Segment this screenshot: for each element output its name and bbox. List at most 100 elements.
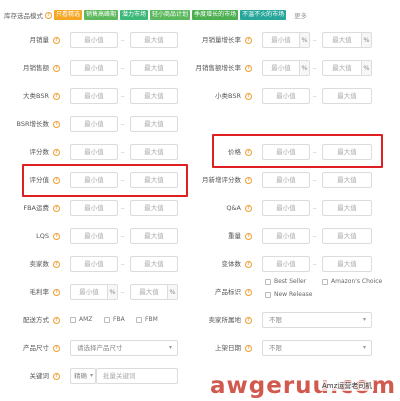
sellers-min[interactable]: 最小值 [70,256,118,272]
checkbox[interactable] [265,278,271,285]
weight-min[interactable]: 最小值 [262,228,310,244]
checkbox[interactable] [104,316,110,323]
checkbox[interactable] [322,278,328,285]
product-size-select[interactable]: 请选择产品尺寸 ▾ [70,340,178,356]
label-bsr-small: 小类BSR? [190,86,252,106]
lqs-min[interactable]: 最小值 [70,228,118,244]
keyword-input[interactable]: 批量关键词 [96,368,178,384]
keyword-mode-select[interactable]: 精确 ▾ [70,368,96,384]
filter-row: 毛利率? 最小值% – 最大值% 产品标识? Best Seller Amazo… [0,278,400,302]
gross-margin-min[interactable]: 最小值% [70,284,118,300]
help-icon[interactable]: ? [245,344,252,352]
bsr-small-max[interactable]: 最大值 [322,88,372,104]
label-monthly-revenue: 月销售额? [0,58,60,78]
help-icon[interactable]: ? [245,176,252,184]
help-icon[interactable]: ? [53,36,60,44]
filter-row: 大类BSR? 最小值 – 最大值 小类BSR? 最小值 – 最大值 [0,86,400,106]
tag-peak-season[interactable]: 销售高峰期 [84,10,119,20]
weight-max[interactable]: 最大值 [322,228,372,244]
label-review-count: 评分数? [0,142,60,162]
help-icon[interactable]: ? [245,204,252,212]
monthly-sales-max[interactable]: 最大值 [130,32,178,48]
filter-row: BSR增长数? 最小值 – 最大值 [0,114,400,134]
badge-amazons-choice[interactable]: Amazon's Choice [322,278,382,285]
gross-margin-max[interactable]: 最大值% [130,284,178,300]
tag-featured[interactable]: 只看精选 [54,10,83,20]
monthly-revenue-growth-min[interactable]: 最小值% [262,60,310,76]
badge-new-release[interactable]: New Release [265,291,312,298]
monthly-revenue-max[interactable]: 最大值 [130,60,178,76]
monthly-sales-growth-max[interactable]: 最大值% [322,32,372,48]
variants-max[interactable]: 最大值 [322,256,372,272]
help-icon[interactable]: ? [53,64,60,72]
checkbox[interactable] [136,316,142,323]
bsr-large-max[interactable]: 最大值 [130,88,178,104]
checkbox[interactable] [265,291,271,298]
help-icon[interactable]: ? [245,92,252,100]
selection-mode-label: 库存选品模式 [4,12,43,20]
help-icon[interactable]: ? [53,316,60,324]
help-icon[interactable]: ? [245,260,252,268]
seller-location-select[interactable]: 不限 ▾ [262,312,372,328]
chevron-down-icon: ▾ [168,344,172,351]
qa-max[interactable]: 最大值 [322,200,372,216]
help-icon[interactable]: ? [245,232,252,240]
help-icon[interactable]: ? [245,316,252,324]
label-fulfillment: 配送方式? [0,310,60,330]
bsr-small-min[interactable]: 最小值 [262,88,310,104]
review-count-max[interactable]: 最大值 [130,144,178,160]
variants-min[interactable]: 最小值 [262,256,310,272]
help-icon[interactable]: ? [53,288,60,296]
label-variants: 变体数? [190,254,252,274]
help-icon[interactable]: ? [53,232,60,240]
label-keyword: 关键词? [0,366,60,386]
fulfillment-fbm[interactable]: FBM [136,316,158,323]
monthly-revenue-growth-max[interactable]: 最大值% [322,60,372,76]
help-icon[interactable]: ? [53,204,60,212]
sellers-max[interactable]: 最大值 [130,256,178,272]
lqs-max[interactable]: 最大值 [130,228,178,244]
checkbox[interactable] [70,316,76,323]
review-count-min[interactable]: 最小值 [70,144,118,160]
label-weight: 重量? [190,226,252,246]
monthly-revenue-min[interactable]: 最小值 [70,60,118,76]
filter-row: 产品尺寸? 请选择产品尺寸 ▾ 上架日期? 不限 ▾ [0,338,400,358]
help-icon[interactable]: ? [53,120,60,128]
label-product-size: 产品尺寸? [0,338,60,358]
help-icon[interactable]: ? [53,260,60,268]
badge-best-seller[interactable]: Best Seller [265,278,306,285]
tag-lukewarm-market[interactable]: 不温不火的市场 [240,10,287,20]
fba-fee-min[interactable]: 最小值 [70,200,118,216]
more-link[interactable]: 更多 [294,10,307,20]
bsr-growth-max[interactable]: 最大值 [130,116,178,132]
help-icon[interactable]: ? [45,11,52,19]
label-monthly-sales: 月销量? [0,30,60,50]
filter-row: 月销售额? 最小值 – 最大值 月销售额增长率? 最小值% – 最大值% [0,58,400,78]
tag-quarterly-growth[interactable]: 季度增长的市场 [192,10,239,20]
bsr-large-min[interactable]: 最小值 [70,88,118,104]
help-icon[interactable]: ? [245,64,252,72]
qa-min[interactable]: 最小值 [262,200,310,216]
help-icon[interactable]: ? [53,148,60,156]
label-monthly-revenue-growth: 月销售额增长率? [190,58,252,78]
monthly-new-reviews-max[interactable]: 最大值 [322,172,372,188]
monthly-sales-growth-min[interactable]: 最小值% [262,32,310,48]
help-icon[interactable]: ? [53,372,60,380]
fulfillment-amz[interactable]: AMZ [70,316,92,323]
tag-potential-market[interactable]: 潜力市场 [120,10,149,20]
selection-mode-bar: 库存选品模式 ? 只看精选 销售高峰期 潜力市场 轻小商品计划 季度增长的市场 … [4,9,307,21]
fulfillment-fba[interactable]: FBA [104,316,125,323]
watermark-caption: Amz运营老司机 [320,381,375,391]
tag-light-small[interactable]: 轻小商品计划 [150,10,191,20]
monthly-new-reviews-min[interactable]: 最小值 [262,172,310,188]
help-icon[interactable]: ? [245,288,252,296]
monthly-sales-min[interactable]: 最小值 [70,32,118,48]
help-icon[interactable]: ? [245,36,252,44]
label-monthly-new-reviews: 月新增评分数? [190,170,252,190]
label-sellers: 卖家数? [0,254,60,274]
help-icon[interactable]: ? [53,92,60,100]
fba-fee-max[interactable]: 最大值 [130,200,178,216]
bsr-growth-min[interactable]: 最小值 [70,116,118,132]
help-icon[interactable]: ? [53,344,60,352]
launch-date-select[interactable]: 不限 ▾ [262,340,372,356]
